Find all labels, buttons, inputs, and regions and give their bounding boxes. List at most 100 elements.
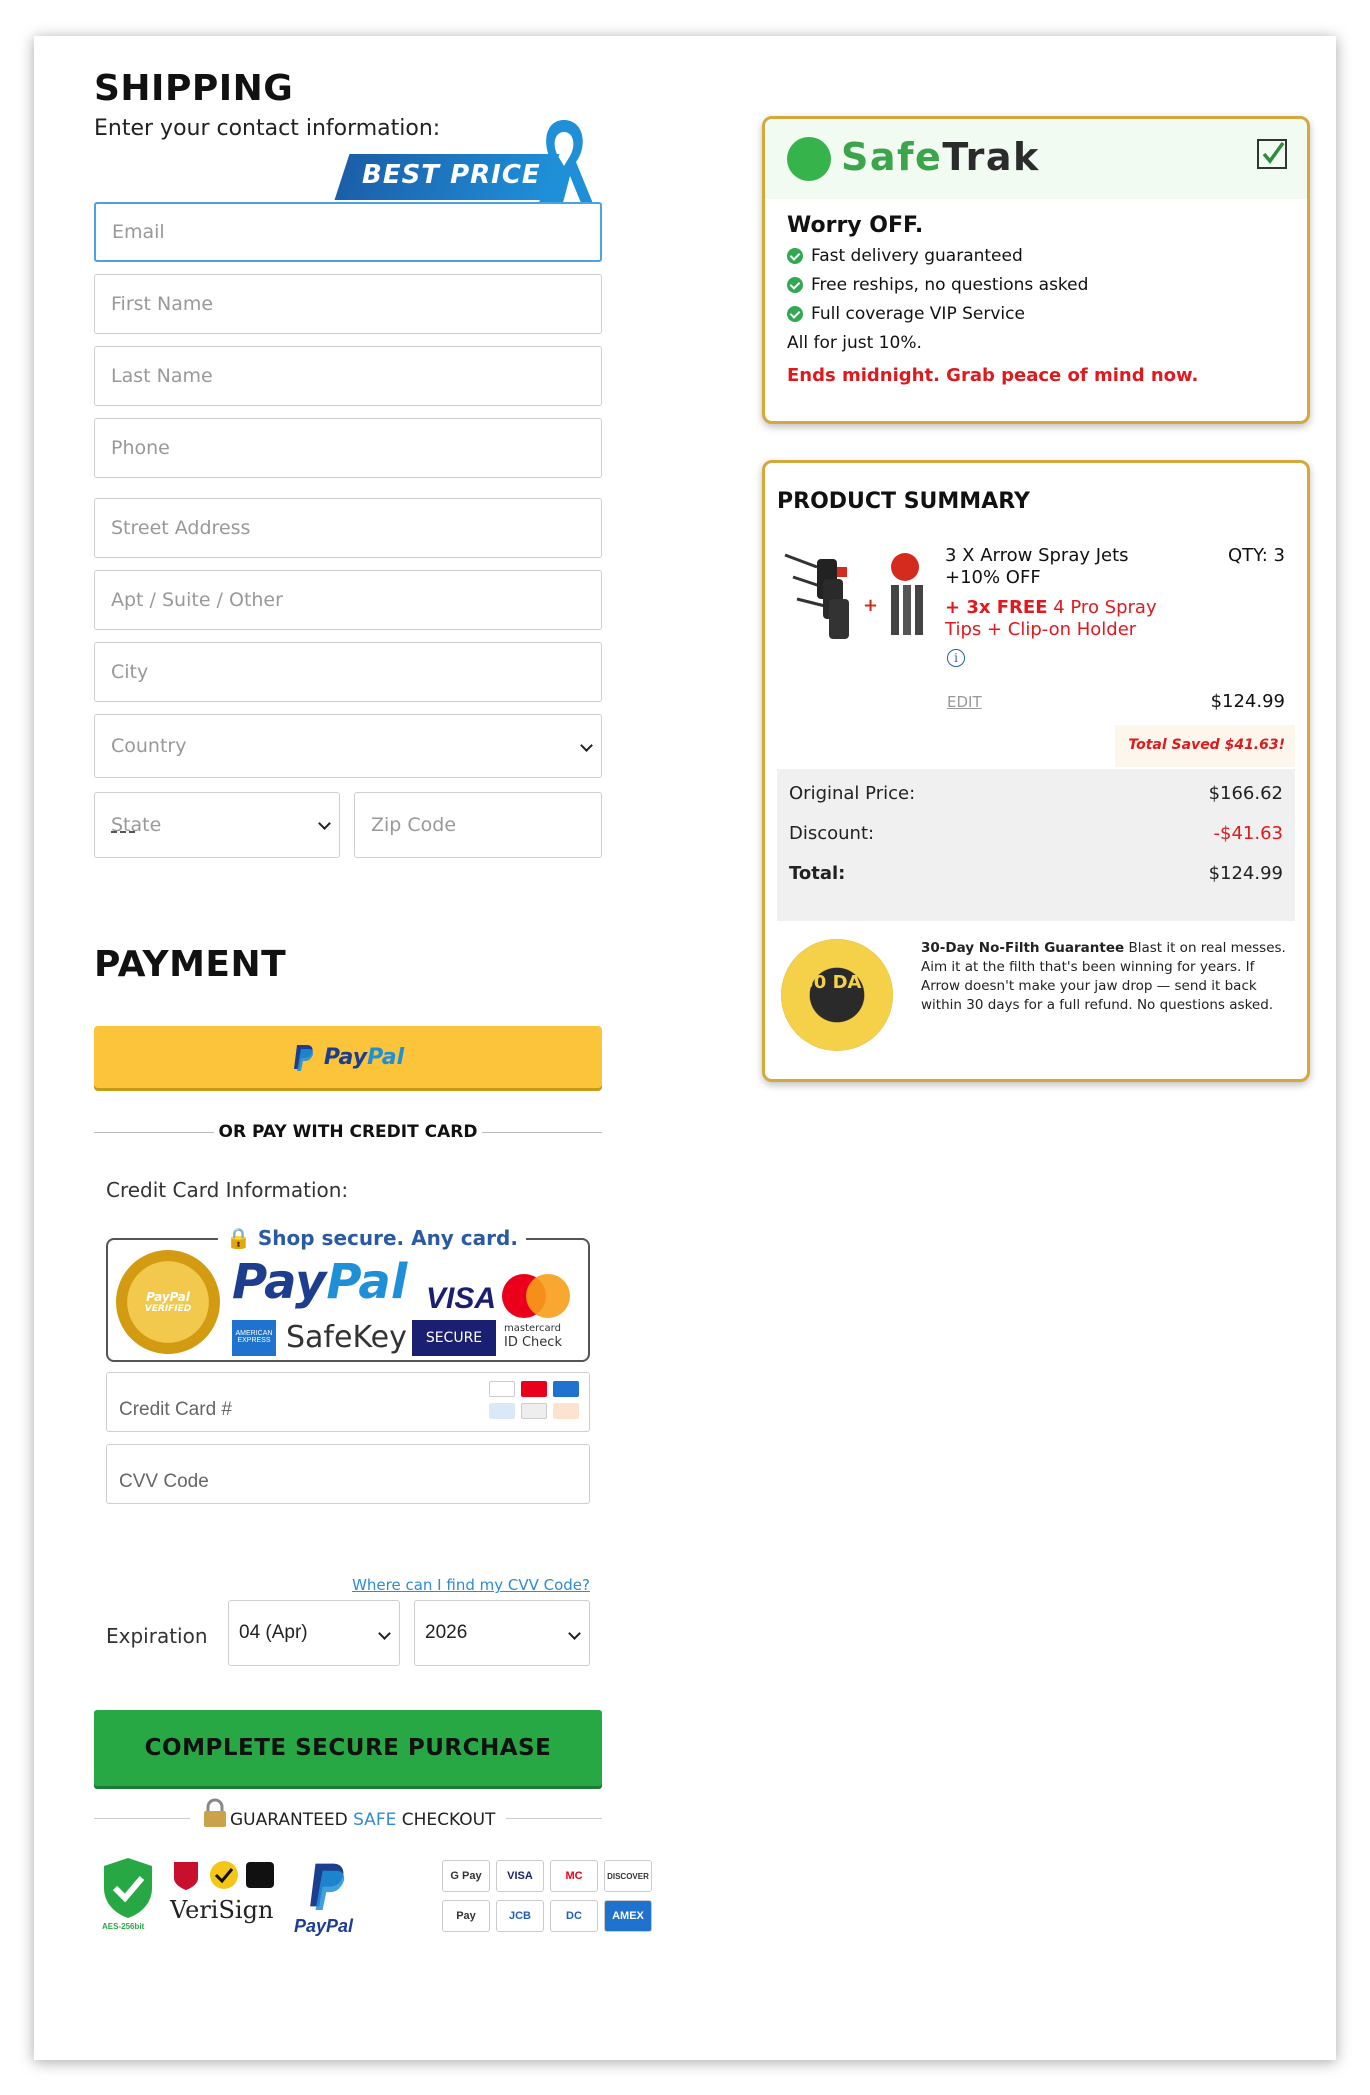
or-divider: OR PAY WITH CREDIT CARD xyxy=(94,1118,602,1148)
checkout-card: SHIPPING Enter your contact information:… xyxy=(34,36,1336,2060)
city-field[interactable]: City xyxy=(94,642,602,702)
discount-value: -$41.63 xyxy=(1213,823,1283,844)
check-circle-icon xyxy=(787,248,803,264)
diners-mini-icon xyxy=(489,1403,515,1419)
zip-code-field[interactable]: Zip Code xyxy=(354,792,602,858)
guar-line-left xyxy=(94,1818,190,1819)
first-name-field[interactable]: First Name xyxy=(94,274,602,334)
cvv-help-link[interactable]: Where can I find my CVV Code? xyxy=(106,1576,590,1594)
paypal-logo: PayPal xyxy=(232,1254,407,1310)
safetrak-body: Worry OFF. Fast delivery guaranteed Free… xyxy=(765,199,1307,400)
total-saved-badge: Total Saved $41.63! xyxy=(1115,725,1295,767)
safetrak-bullet: Free reships, no questions asked xyxy=(787,275,1285,295)
badge-text: BEST PRICE xyxy=(362,160,541,190)
info-icon[interactable]: i xyxy=(947,649,965,667)
or-pay-text: OR PAY WITH CREDIT CARD xyxy=(218,1122,478,1142)
safetrak-brand-b: Trak xyxy=(942,135,1040,179)
aes-label: AES-256bit xyxy=(102,1922,145,1931)
original-price-row: Original Price: $166.62 xyxy=(789,783,1283,823)
paypal-word-a: Pay xyxy=(323,1044,368,1070)
discover-icon: DISCOVER xyxy=(604,1860,652,1892)
safetrak-header: SafeTrak xyxy=(765,119,1307,199)
safetrak-protection-box: SafeTrak Worry OFF. Fast delivery guaran… xyxy=(762,116,1310,424)
product-image: + xyxy=(784,553,923,639)
amex-logo: AMERICAN EXPRESS xyxy=(232,1320,276,1356)
payment-methods-grid: G Pay VISA MC DISCOVER Pay JCB DC AMEX xyxy=(442,1860,652,1932)
id-check-text: ID Check xyxy=(504,1335,562,1350)
safetrak-bullet: Full coverage VIP Service xyxy=(787,304,1285,324)
last-name-field[interactable]: Last Name xyxy=(94,346,602,406)
credit-card-placeholder: Credit Card # xyxy=(119,1399,232,1420)
payment-title: PAYMENT xyxy=(94,944,287,985)
shipping-title: SHIPPING xyxy=(94,68,294,109)
summary-title: PRODUCT SUMMARY xyxy=(777,489,1030,514)
cvv-field[interactable]: CVV Code xyxy=(106,1444,590,1504)
seal-text-a: PayPal xyxy=(146,1290,190,1304)
mastercard-text: mastercard xyxy=(504,1323,561,1334)
paypal-button[interactable]: PayPal xyxy=(94,1026,602,1088)
amex-icon: AMEX xyxy=(604,1900,652,1932)
guarantee-bold: 30-Day No-Filth Guarantee xyxy=(921,940,1125,956)
paypal-p-badge-icon xyxy=(310,1863,345,1910)
phone-field[interactable]: Phone xyxy=(94,418,602,478)
bullet-text: Full coverage VIP Service xyxy=(811,304,1025,324)
jcb-icon: JCB xyxy=(496,1900,544,1932)
street-address-field[interactable]: Street Address xyxy=(94,498,602,558)
state-select[interactable]: State xyxy=(94,792,340,858)
product-summary: PRODUCT SUMMARY + 3 X Arrow Spray Jets +… xyxy=(762,460,1310,1082)
seal-text-b: VERIFIED xyxy=(144,1304,192,1314)
guarantee-text: 30-Day No-Filth Guarantee Blast it on re… xyxy=(921,939,1291,1015)
secure-heading-text: Shop secure. Any card. xyxy=(257,1226,518,1250)
bullet-text: Fast delivery guaranteed xyxy=(811,246,1023,266)
total-label: Total: xyxy=(789,863,846,884)
amex-mini-icon xyxy=(553,1381,579,1397)
safetrak-logo: SafeTrak xyxy=(841,135,1040,179)
diners-icon: DC xyxy=(550,1900,598,1932)
expiration-year-select[interactable]: 2026 xyxy=(414,1600,590,1666)
safetrak-urgency: Ends midnight. Grab peace of mind now. xyxy=(787,365,1199,386)
edit-link[interactable]: EDIT xyxy=(947,693,982,711)
paypal-wordmark: PayPal xyxy=(324,1045,404,1070)
expiration-month-select[interactable]: 04 (Apr) xyxy=(228,1600,400,1666)
mastercard-icon-overlap xyxy=(526,1274,570,1318)
product-qty: QTY: 3 xyxy=(1227,545,1285,566)
paypal-verified-seal: PayPal VERIFIED xyxy=(116,1250,220,1354)
secure-cards-banner: 🔒 Shop secure. Any card. PayPal VERIFIED… xyxy=(106,1226,590,1362)
original-price-value: $166.62 xyxy=(1208,783,1283,804)
state-underline xyxy=(111,831,135,833)
free-bonus: + 3x FREE 4 Pro Spray Tips + Clip-on Hol… xyxy=(945,597,1165,641)
trust-badges: AES-256bit VeriSign PayPal G Pay VISA MC… xyxy=(94,1854,652,1944)
guar-line-right xyxy=(506,1818,602,1819)
paypal-logo-b: Pal xyxy=(326,1254,408,1310)
checkmark-icon xyxy=(1262,141,1285,164)
discover-mini-icon xyxy=(553,1403,579,1419)
complete-purchase-button[interactable]: COMPLETE SECURE PURCHASE xyxy=(94,1710,602,1786)
visa-mini-icon xyxy=(489,1381,515,1397)
mastercard-mini-icon xyxy=(521,1381,547,1397)
email-field[interactable]: Email xyxy=(94,202,602,262)
credit-card-field[interactable]: Credit Card # xyxy=(106,1372,590,1432)
apple-pay-icon: Pay xyxy=(442,1900,490,1932)
bullet-text: Free reships, no questions asked xyxy=(811,275,1089,295)
guar-b: SAFE xyxy=(353,1810,397,1830)
safetrak-checkbox[interactable] xyxy=(1257,139,1287,169)
seal-30-day: 30 DAY xyxy=(801,972,873,993)
expiration-label: Expiration xyxy=(106,1624,208,1648)
paypal-logo-a: Pay xyxy=(232,1254,327,1310)
total-value: $124.99 xyxy=(1208,863,1283,884)
country-select[interactable]: Country xyxy=(94,714,602,778)
mastercard-id-check: mastercard ID Check xyxy=(504,1322,562,1350)
guaranteed-text: GUARANTEED SAFE CHECKOUT xyxy=(230,1810,495,1830)
product-name: 3 X Arrow Spray Jets +10% OFF xyxy=(945,545,1129,588)
money-back-seal xyxy=(781,939,893,1051)
apt-suite-field[interactable]: Apt / Suite / Other xyxy=(94,570,602,630)
safetrak-price-note: All for just 10%. xyxy=(787,333,922,353)
mastercard-badge-icon: MC xyxy=(550,1860,598,1892)
guar-c: CHECKOUT xyxy=(396,1810,496,1830)
secure-heading: 🔒 Shop secure. Any card. xyxy=(218,1226,526,1250)
discount-label: Discount: xyxy=(789,823,875,844)
jcb-mini-icon xyxy=(521,1403,547,1419)
check-circle-icon xyxy=(787,277,803,293)
svg-text:+: + xyxy=(863,595,878,616)
safetrak-shield-icon xyxy=(787,137,831,181)
